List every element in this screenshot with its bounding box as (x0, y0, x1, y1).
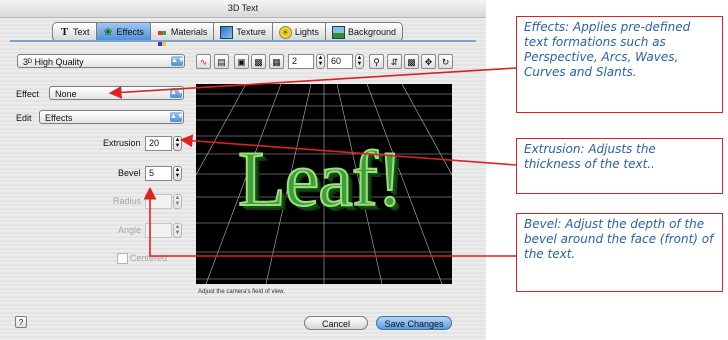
callout-arrows (108, 67, 517, 257)
